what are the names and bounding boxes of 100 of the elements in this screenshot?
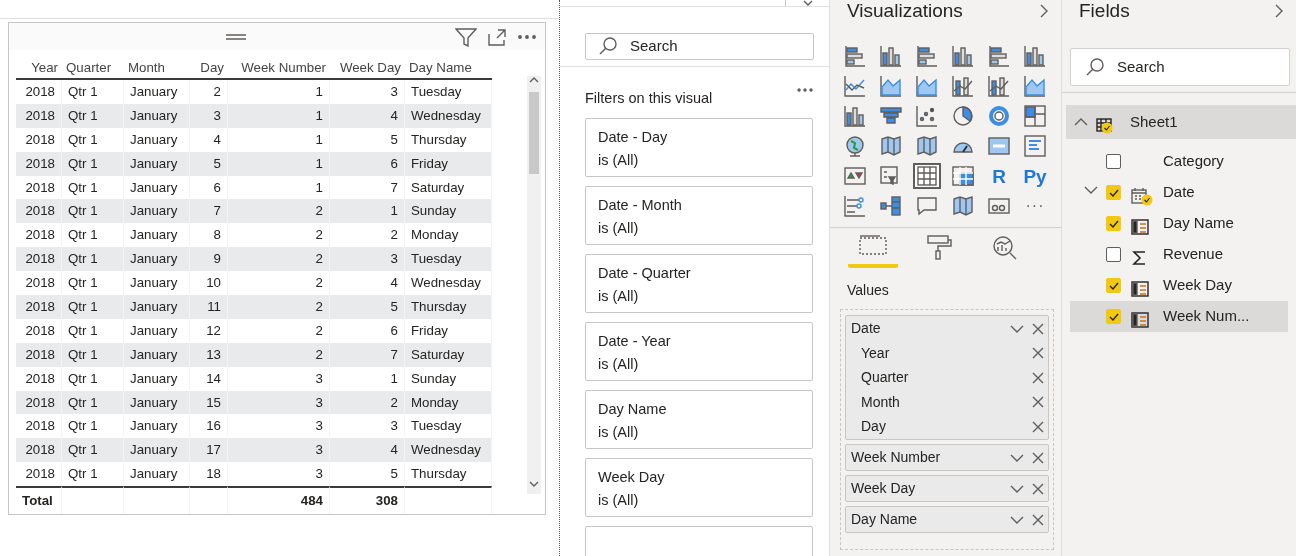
paint-roller-icon: [924, 234, 954, 262]
area-chart-icon[interactable]: [1024, 75, 1046, 97]
chevron-down-icon[interactable]: [1010, 453, 1024, 462]
tree-chart-icon[interactable]: [844, 195, 866, 217]
chevron-down-icon[interactable]: [1010, 515, 1024, 524]
kpi-icon[interactable]: [844, 165, 866, 187]
close-icon[interactable]: [1032, 347, 1044, 360]
drag-handle-icon[interactable]: [225, 32, 247, 41]
close-icon[interactable]: [1032, 513, 1044, 526]
map-icon[interactable]: [916, 135, 938, 157]
card-icon[interactable]: [988, 135, 1010, 157]
map-icon[interactable]: [952, 195, 974, 217]
combo-chart-icon[interactable]: [952, 75, 974, 97]
filter-card[interactable]: Day Name is (All): [585, 390, 813, 450]
table-cell: Qtr 1: [62, 80, 124, 104]
close-icon[interactable]: [1032, 371, 1044, 384]
chevron-up-icon[interactable]: [529, 76, 539, 84]
visual-type-button[interactable]: R: [992, 166, 1006, 186]
bar-chart-icon[interactable]: [916, 45, 938, 67]
multi-row-card-icon[interactable]: [1024, 135, 1046, 157]
globe-icon[interactable]: [844, 135, 866, 157]
search-box[interactable]: Search: [585, 33, 814, 60]
column-chart-icon[interactable]: [952, 45, 974, 67]
map-icon[interactable]: [880, 135, 902, 157]
field-well-item[interactable]: Day Name: [845, 506, 1049, 533]
scrollbar[interactable]: [527, 76, 541, 494]
filter-card[interactable]: Date - Quarter is (All): [585, 254, 813, 314]
chevron-right-icon[interactable]: [1274, 3, 1284, 19]
close-icon[interactable]: [1032, 451, 1044, 464]
chevron-down-icon[interactable]: [1010, 324, 1024, 333]
field-item[interactable]: Week Num...: [1070, 301, 1288, 332]
close-icon[interactable]: [1032, 322, 1044, 335]
checkbox[interactable]: [1106, 247, 1121, 262]
chevron-right-icon[interactable]: [1039, 3, 1049, 19]
check-badge-icon: [1101, 122, 1113, 134]
decomposition-tree-icon[interactable]: [880, 195, 902, 217]
column-header[interactable]: Day: [190, 50, 228, 80]
column-header[interactable]: Month: [124, 50, 190, 80]
filter-card[interactable]: Date - Year is (All): [585, 322, 813, 382]
close-icon[interactable]: [1032, 420, 1044, 433]
column-header[interactable]: Day Name: [405, 50, 492, 80]
column-header[interactable]: Year: [16, 50, 62, 80]
filter-card[interactable]: Week Day is (All): [585, 458, 813, 518]
bar-chart-icon[interactable]: [844, 45, 866, 67]
search-box[interactable]: Search: [1070, 48, 1290, 86]
area-chart-icon[interactable]: [880, 75, 902, 97]
more-options-icon[interactable]: [797, 87, 813, 92]
chevron-down-icon[interactable]: [529, 480, 539, 488]
table-row[interactable]: Sheet1: [1066, 105, 1296, 139]
column-chart-icon[interactable]: [880, 45, 902, 67]
close-icon[interactable]: [1032, 396, 1044, 409]
speech-bubble-icon[interactable]: [916, 195, 938, 217]
field-item[interactable]: Date: [1070, 177, 1288, 208]
chevron-up-icon[interactable]: [1074, 118, 1088, 126]
checkbox[interactable]: [1106, 154, 1121, 169]
scatter-chart-icon[interactable]: [916, 105, 938, 127]
search-field[interactable]: Search: [1115, 54, 1265, 80]
field-item[interactable]: Day Name: [1070, 208, 1288, 239]
search-field[interactable]: Search: [628, 34, 778, 59]
table-cell: 4: [330, 438, 405, 463]
visual-type-button[interactable]: Py: [1023, 166, 1047, 186]
table-cell: 2: [330, 390, 405, 415]
close-icon[interactable]: [1032, 482, 1044, 495]
pie-chart-icon[interactable]: [952, 105, 974, 127]
column-chart-icon[interactable]: [844, 105, 866, 127]
combo-chart-icon[interactable]: [988, 75, 1010, 97]
fields-tab[interactable]: [848, 234, 898, 268]
column-chart-icon[interactable]: [1024, 45, 1046, 67]
scrollbar-thumb[interactable]: [529, 92, 539, 174]
filter-card[interactable]: Date - Day is (All): [585, 118, 813, 178]
table-visual[interactable]: [8, 22, 546, 515]
filter-card[interactable]: Date - Month is (All): [585, 186, 813, 246]
table-cell: Qtr 1: [62, 366, 124, 391]
column-header[interactable]: Week Number: [228, 50, 330, 80]
donut-chart-icon[interactable]: [988, 105, 1010, 127]
line-chart-icon[interactable]: [844, 75, 866, 97]
field-well-item[interactable]: Week Day: [845, 475, 1049, 502]
field-item[interactable]: Revenue: [1070, 239, 1288, 270]
chevron-down-icon[interactable]: [1010, 484, 1024, 493]
table-cell: January: [124, 80, 190, 104]
funnel-icon[interactable]: [880, 105, 902, 127]
field-well-item[interactable]: Week Number: [845, 444, 1049, 471]
field-item[interactable]: Category: [1070, 146, 1288, 177]
more-visuals-button[interactable]: ···: [1025, 194, 1045, 218]
chevron-down-icon[interactable]: [1084, 186, 1098, 194]
focus-mode-icon[interactable]: [487, 27, 507, 46]
column-header[interactable]: Week Day: [330, 50, 405, 80]
field-well-item[interactable]: Date Year Quarter Month Day: [845, 315, 1049, 440]
column-header[interactable]: Quarter: [62, 50, 124, 80]
table-cell: Tuesday: [405, 247, 492, 272]
treemap-icon[interactable]: [1024, 105, 1046, 127]
table-cell: 5: [330, 295, 405, 319]
bar-chart-icon[interactable]: [988, 45, 1010, 67]
pane-title: Fields: [1079, 0, 1130, 23]
more-options-icon[interactable]: [517, 33, 537, 40]
table-cell: January: [124, 390, 190, 415]
matrix-icon[interactable]: [952, 165, 974, 187]
field-item[interactable]: Week Day: [1070, 270, 1288, 301]
area-chart-icon[interactable]: [916, 75, 938, 97]
filter-icon[interactable]: [455, 26, 477, 47]
